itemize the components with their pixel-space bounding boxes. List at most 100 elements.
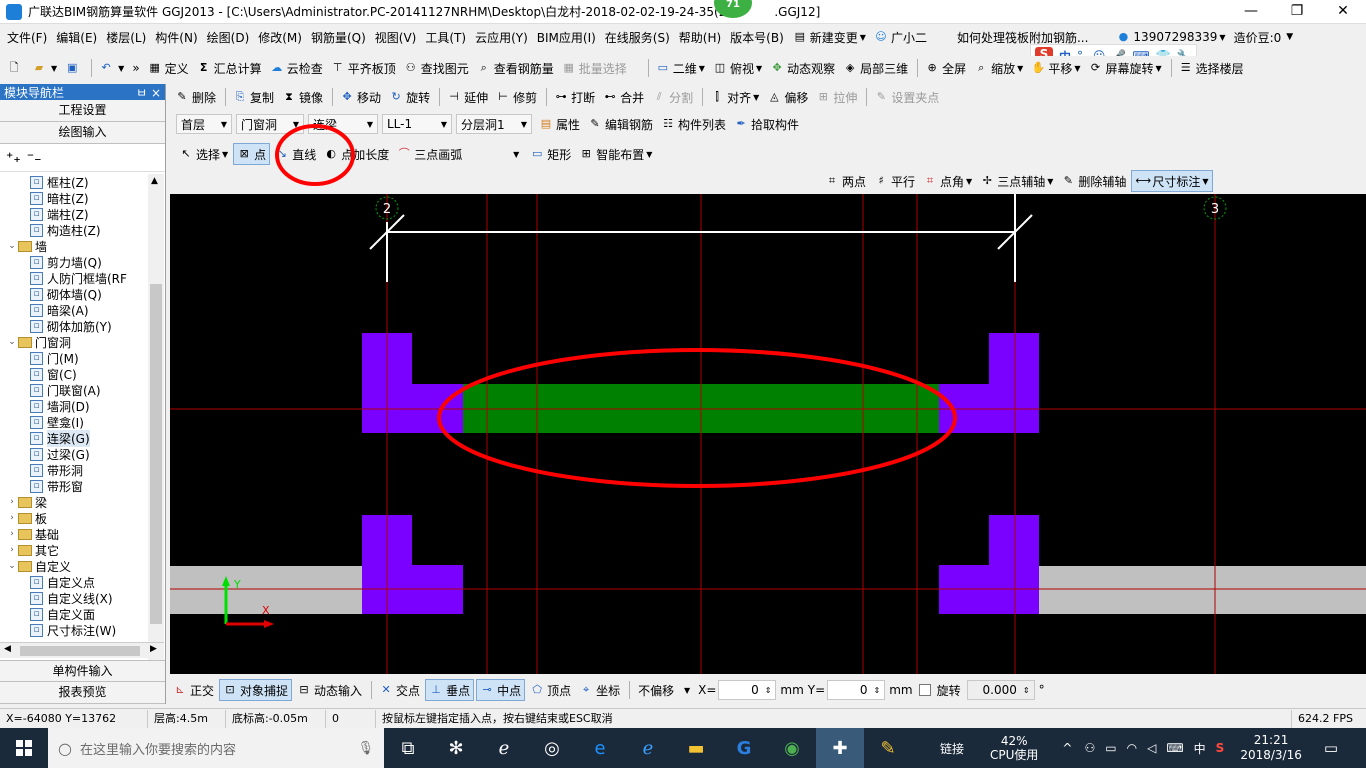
sogou-tray-icon[interactable]: S (1216, 741, 1225, 755)
menu-cloud[interactable]: 云应用(Y) (472, 29, 531, 46)
tree-item[interactable]: ▫ 连梁(G) (0, 429, 148, 447)
extend-button[interactable]: ⊣ 延伸 (444, 86, 491, 108)
mirror-button[interactable]: ⧗ 镜像 (279, 86, 326, 108)
component-select[interactable]: LL-1 ▼ (382, 114, 452, 134)
ime-indicator[interactable]: 中 (1194, 740, 1206, 757)
tray-user-icon[interactable]: ⚇ (1084, 741, 1095, 755)
tree-item[interactable]: ▫ 暗柱(Z) (0, 190, 148, 206)
tree-hscrollbar[interactable]: ◀ ▶ (0, 642, 164, 658)
menu-view[interactable]: 视图(V) (372, 29, 420, 46)
panel-close-icon[interactable]: × (151, 86, 161, 100)
menu-tools[interactable]: 工具(T) (422, 29, 469, 46)
drawing-canvas[interactable]: 2 3 Y X (170, 194, 1366, 674)
restore-button[interactable]: ❐ (1274, 0, 1320, 24)
dynamic-input-toggle[interactable]: ⊟ 动态输入 (294, 679, 365, 701)
tree-item[interactable]: ▫ 框柱(Z) (0, 174, 148, 190)
offset-mode-select[interactable]: 不偏移 ▼ (634, 680, 694, 700)
tree-folder[interactable]: ⌄ 墙 (0, 238, 148, 254)
fan-app-icon[interactable]: ✻ (432, 728, 480, 768)
collapse-all-icon[interactable]: ⁻₋ (27, 150, 42, 166)
y-offset-input[interactable]: 0 ⇕ (827, 680, 886, 700)
scroll-right-icon[interactable]: ▶ (150, 644, 157, 654)
pan-dropdown[interactable]: ✋ 平移 ▼ (1028, 57, 1083, 79)
tree-item[interactable]: ▫ 过梁(G) (0, 446, 148, 462)
align-dropdown[interactable]: ⫿ 对齐 ▼ (707, 86, 762, 108)
column-upper-left[interactable] (362, 333, 463, 433)
menu-modify[interactable]: 修改(M) (255, 29, 305, 46)
save-button[interactable]: ▣ (62, 57, 85, 79)
menu-online[interactable]: 在线服务(S) (602, 29, 673, 46)
layer-select[interactable]: 分层洞1 ▼ (456, 114, 532, 134)
arc-mode-select[interactable]: ▼ (467, 144, 523, 164)
find-element-button[interactable]: ⚇ 查找图元 (401, 57, 472, 79)
menu-rebar[interactable]: 钢筋量(Q) (308, 29, 369, 46)
batch-select-button[interactable]: ▦ 批量选择 (559, 57, 630, 79)
top-view-dropdown[interactable]: ◫ 俯视 ▼ (710, 57, 765, 79)
two-point-axis-button[interactable]: ⌗ 两点 (822, 170, 869, 192)
tree-folder[interactable]: ⌄ 门窗洞 (0, 334, 148, 350)
menu-floor[interactable]: 楼层(L) (103, 29, 149, 46)
split-button[interactable]: ⫽ 分割 (649, 86, 696, 108)
link-label[interactable]: 链接 (940, 740, 964, 757)
tray-battery-icon[interactable]: ▭ (1105, 741, 1116, 755)
tree-item[interactable]: ▫ 尺寸标注(W) (0, 622, 148, 638)
expand-icon[interactable]: › (6, 513, 18, 523)
cpu-meter[interactable]: 42% CPU使用 (990, 734, 1038, 762)
smart-layout-dropdown[interactable]: ⊞ 智能布置 ▼ (576, 143, 655, 165)
drawing-input-button[interactable]: 绘图输入 (0, 122, 165, 144)
vertex-snap[interactable]: ⬠ 顶点 (527, 679, 574, 701)
ie-icon[interactable]: ℯ (624, 728, 672, 768)
edge-icon[interactable]: e (576, 728, 624, 768)
trim-button[interactable]: ⊢ 修剪 (493, 86, 540, 108)
define-button[interactable]: ▦ 定义 (145, 57, 192, 79)
undo-button[interactable]: ↶ ▼ (96, 57, 127, 79)
scroll-thumb[interactable] (150, 284, 162, 624)
cloud-check-button[interactable]: ☁ 云检查 (267, 57, 326, 79)
line-button[interactable]: ↘ 直线 (272, 143, 319, 165)
dimension-button[interactable]: ⟷ 尺寸标注 ▼ (1131, 170, 1213, 192)
tree-item[interactable]: ▫ 带形窗 (0, 478, 148, 494)
floor-select[interactable]: 首层 ▼ (176, 114, 232, 134)
clock[interactable]: 21:21 2018/3/16 (1240, 733, 1302, 763)
file-explorer-icon[interactable]: ▬ (672, 728, 720, 768)
ortho-toggle[interactable]: ⊾ 正交 (170, 679, 217, 701)
wifi-icon[interactable]: ◠ (1127, 741, 1137, 755)
point-length-button[interactable]: ◐ 点加长度 (321, 143, 392, 165)
column-lower-right[interactable] (939, 515, 1039, 614)
tree-item[interactable]: ▫ 自定义线(X) (0, 590, 148, 606)
tree-item[interactable]: ▫ 砌体墙(Q) (0, 286, 148, 302)
notes-app-icon[interactable]: ✎ (864, 728, 912, 768)
merge-button[interactable]: ⊷ 合并 (600, 86, 647, 108)
assistant-button[interactable]: ☺ 广小二 (871, 26, 930, 48)
hscroll-thumb[interactable] (20, 646, 140, 656)
delete-axis-button[interactable]: ✎ 删除辅轴 (1058, 170, 1129, 192)
menu-draw[interactable]: 绘图(D) (204, 29, 253, 46)
move-button[interactable]: ✥ 移动 (337, 86, 384, 108)
intersection-snap[interactable]: ✕ 交点 (376, 679, 423, 701)
close-button[interactable]: ✕ (1320, 0, 1366, 24)
tree-folder[interactable]: › 梁 (0, 494, 148, 510)
category-select[interactable]: 门窗洞 ▼ (236, 114, 304, 134)
tree-folder[interactable]: › 板 (0, 510, 148, 526)
start-button[interactable] (0, 728, 48, 768)
dynamic-observe-button[interactable]: ✥ 动态观察 (767, 57, 838, 79)
edit-rebar-button[interactable]: ✎ 编辑钢筋 (585, 113, 656, 135)
tree-item[interactable]: ▫ 暗梁(A) (0, 302, 148, 318)
notification-center-icon[interactable]: ▭ (1324, 739, 1338, 757)
wall-right[interactable] (1036, 566, 1366, 614)
zoom-dropdown[interactable]: ⌕ 缩放 ▼ (971, 57, 1026, 79)
tree-item[interactable]: ▫ 门(M) (0, 350, 148, 366)
summary-calc-button[interactable]: Σ 汇总计算 (194, 57, 265, 79)
tree-item[interactable]: ▫ 墙洞(D) (0, 398, 148, 414)
tree-item[interactable]: ▫ 窗(C) (0, 366, 148, 382)
volume-icon[interactable]: ◁ (1147, 741, 1156, 755)
tree-item[interactable]: ▫ 自定义面 (0, 606, 148, 622)
minimize-button[interactable]: — (1228, 0, 1274, 24)
midpoint-snap[interactable]: ⊸ 中点 (476, 679, 526, 701)
parallel-axis-button[interactable]: ♯ 平行 (871, 170, 918, 192)
toolbar-overflow-icon[interactable]: » (129, 57, 142, 79)
rotate-checkbox[interactable] (918, 684, 931, 696)
expand-icon[interactable]: › (6, 497, 18, 507)
flush-slab-top-button[interactable]: ⊤ 平齐板顶 (328, 57, 399, 79)
local-3d-button[interactable]: ◈ 局部三维 (840, 57, 911, 79)
